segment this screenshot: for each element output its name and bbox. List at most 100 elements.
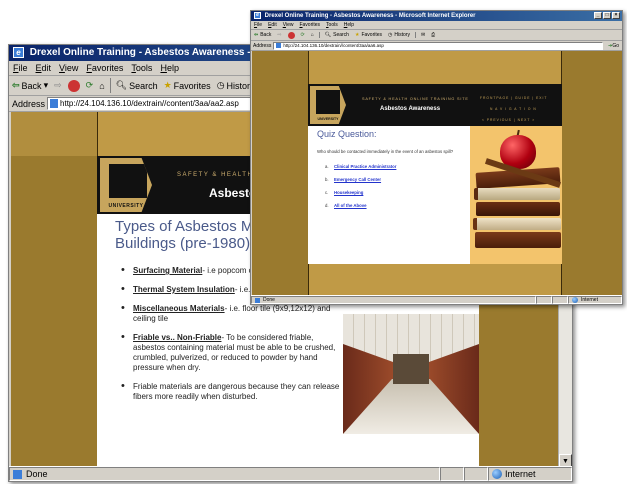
refresh-button[interactable]: ⟳ <box>83 80 97 91</box>
home-icon: ⌂ <box>310 32 314 38</box>
page-icon <box>276 43 282 48</box>
quiz-title: Quiz Question: <box>317 129 377 139</box>
status-empty-cell <box>464 467 488 481</box>
university-logo: UNIVERSITY <box>100 158 152 212</box>
logo-text: UNIVERSITY <box>317 117 339 121</box>
print-icon: ⎙ <box>431 32 436 38</box>
front-page-viewport: UNIVERSITY SAFETY & HEALTH ONLINE TRAINI… <box>252 51 622 297</box>
forward-button[interactable]: ⇨ <box>51 80 65 91</box>
address-input[interactable]: http://24.104.136.10/dextrain//content/3… <box>273 41 604 50</box>
status-zone-cell: Internet <box>488 467 572 481</box>
list-item-term: Thermal System Insulation <box>133 285 235 294</box>
menu-tools[interactable]: Tools <box>323 22 341 28</box>
history-button[interactable]: ◷ History <box>385 32 413 38</box>
history-button-label: History <box>394 32 410 38</box>
stop-button[interactable] <box>65 79 83 92</box>
front-window-titlebar[interactable]: e Drexel Online Training - Asbestos Awar… <box>251 11 622 21</box>
front-window-title: Drexel Online Training - Asbestos Awaren… <box>264 13 476 19</box>
menu-edit[interactable]: Edit <box>32 63 56 73</box>
print-button[interactable]: ⎙ <box>428 32 438 38</box>
option-letter: b. <box>325 177 329 182</box>
option-link[interactable]: All of the Above <box>334 203 367 208</box>
menu-favorites[interactable]: Favorites <box>82 63 127 73</box>
toolbar-separator <box>318 32 320 38</box>
status-empty-cell <box>552 296 568 304</box>
menu-help[interactable]: Help <box>156 63 183 73</box>
refresh-icon: ⟳ <box>85 80 94 90</box>
menu-edit[interactable]: Edit <box>265 22 280 28</box>
favorites-button-label: Favorites <box>173 80 211 91</box>
nav-links-top[interactable]: FRONTPAGE | GUIDE | EXIT <box>480 96 547 100</box>
front-statusbar: Done Internet <box>251 295 622 304</box>
logo-emblem <box>316 90 340 114</box>
close-button[interactable]: × <box>612 12 620 19</box>
forward-button[interactable]: ⇨ <box>274 32 284 38</box>
list-item-term: Surfacing Material <box>133 266 203 275</box>
status-text: Done <box>263 297 275 303</box>
list-item: Miscellaneous Materials- i.e. floor tile… <box>119 303 347 324</box>
back-arrow-icon: ⇦ <box>254 32 259 38</box>
photo-hall-end <box>393 354 429 384</box>
quiz-prompt: Who should be contacted immediately in t… <box>317 149 454 154</box>
quiz-option[interactable]: d. All of the Above <box>325 203 396 208</box>
address-label: Address <box>12 98 46 109</box>
ie-logo-icon: e <box>13 46 24 58</box>
minimize-button[interactable]: _ <box>594 12 602 19</box>
search-button-label: Search <box>333 32 349 38</box>
status-empty-cell <box>536 296 552 304</box>
home-button[interactable]: ⌂ <box>96 81 107 91</box>
book <box>475 232 561 248</box>
option-link[interactable]: Clinical Practice Administrator <box>334 164 396 169</box>
internet-globe-icon <box>572 297 578 303</box>
back-button[interactable]: ⇦ Back ▾ <box>9 80 51 91</box>
site-name: SAFETY & HEALTH ONLINE TRAINING SITE <box>362 97 469 101</box>
nav-prev-next[interactable]: < PREVIOUS | NEXT > <box>482 118 535 122</box>
favorites-button[interactable]: ★ Favorites <box>352 32 385 38</box>
option-link[interactable]: Emergency Call Center <box>334 177 381 182</box>
apple-books-photo <box>470 126 562 264</box>
history-icon: ◷ <box>388 32 393 38</box>
nav-label: N A V I G A T I O N <box>490 107 537 111</box>
list-item-term: Friable vs.. Non-Friable <box>133 333 222 342</box>
option-letter: a. <box>325 164 329 169</box>
menu-view[interactable]: View <box>280 22 297 28</box>
quiz-option[interactable]: c. Housekeeping <box>325 190 396 195</box>
option-link[interactable]: Housekeeping <box>334 190 363 195</box>
history-icon: ◷ <box>216 80 225 90</box>
front-menubar: File Edit View Favorites Tools Help <box>251 21 622 30</box>
quiz-options: a. Clinical Practice Administrator b. Em… <box>325 164 396 216</box>
menu-file[interactable]: File <box>9 63 32 73</box>
hallway-photo <box>343 314 479 434</box>
go-button[interactable]: ➔ Go <box>605 42 622 49</box>
internet-globe-icon <box>492 469 502 479</box>
quiz-option[interactable]: a. Clinical Practice Administrator <box>325 164 396 169</box>
stop-button[interactable] <box>285 31 298 39</box>
course-title: Asbestos Awareness <box>380 106 441 112</box>
toolbar-separator <box>414 32 416 38</box>
refresh-button[interactable]: ⟳ <box>298 32 308 38</box>
favorites-button[interactable]: ★ Favorites <box>161 80 214 91</box>
menu-tools[interactable]: Tools <box>127 63 156 73</box>
logo-text: UNIVERSITY <box>108 203 144 209</box>
menu-file[interactable]: File <box>251 22 265 28</box>
menu-help[interactable]: Help <box>341 22 357 28</box>
status-text: Done <box>26 469 48 479</box>
search-button[interactable]: 🔍︎ Search <box>113 80 161 91</box>
menu-favorites[interactable]: Favorites <box>296 22 323 28</box>
refresh-icon: ⟳ <box>300 32 305 38</box>
home-button[interactable]: ⌂ <box>308 32 317 38</box>
status-text-cell: Done <box>251 296 536 304</box>
back-button[interactable]: ⇦ Back <box>251 32 274 38</box>
mail-button[interactable]: ✉ <box>418 32 428 38</box>
book <box>474 188 560 200</box>
address-url: http://24.104.136.10/dextrain//content/3… <box>283 43 384 48</box>
go-button-label: Go <box>612 42 619 49</box>
front-toolbar: ⇦ Back ⇨ ⟳ ⌂ 🔍︎ Search ★ Favorites ◷ His… <box>251 30 622 41</box>
status-zone: Internet <box>581 297 598 303</box>
menu-view[interactable]: View <box>55 63 82 73</box>
search-button[interactable]: 🔍︎ Search <box>322 32 352 38</box>
option-letter: d. <box>325 203 329 208</box>
maximize-button[interactable]: □ <box>603 12 611 19</box>
quiz-option[interactable]: b. Emergency Call Center <box>325 177 396 182</box>
back-statusbar: Done Internet <box>9 466 572 481</box>
